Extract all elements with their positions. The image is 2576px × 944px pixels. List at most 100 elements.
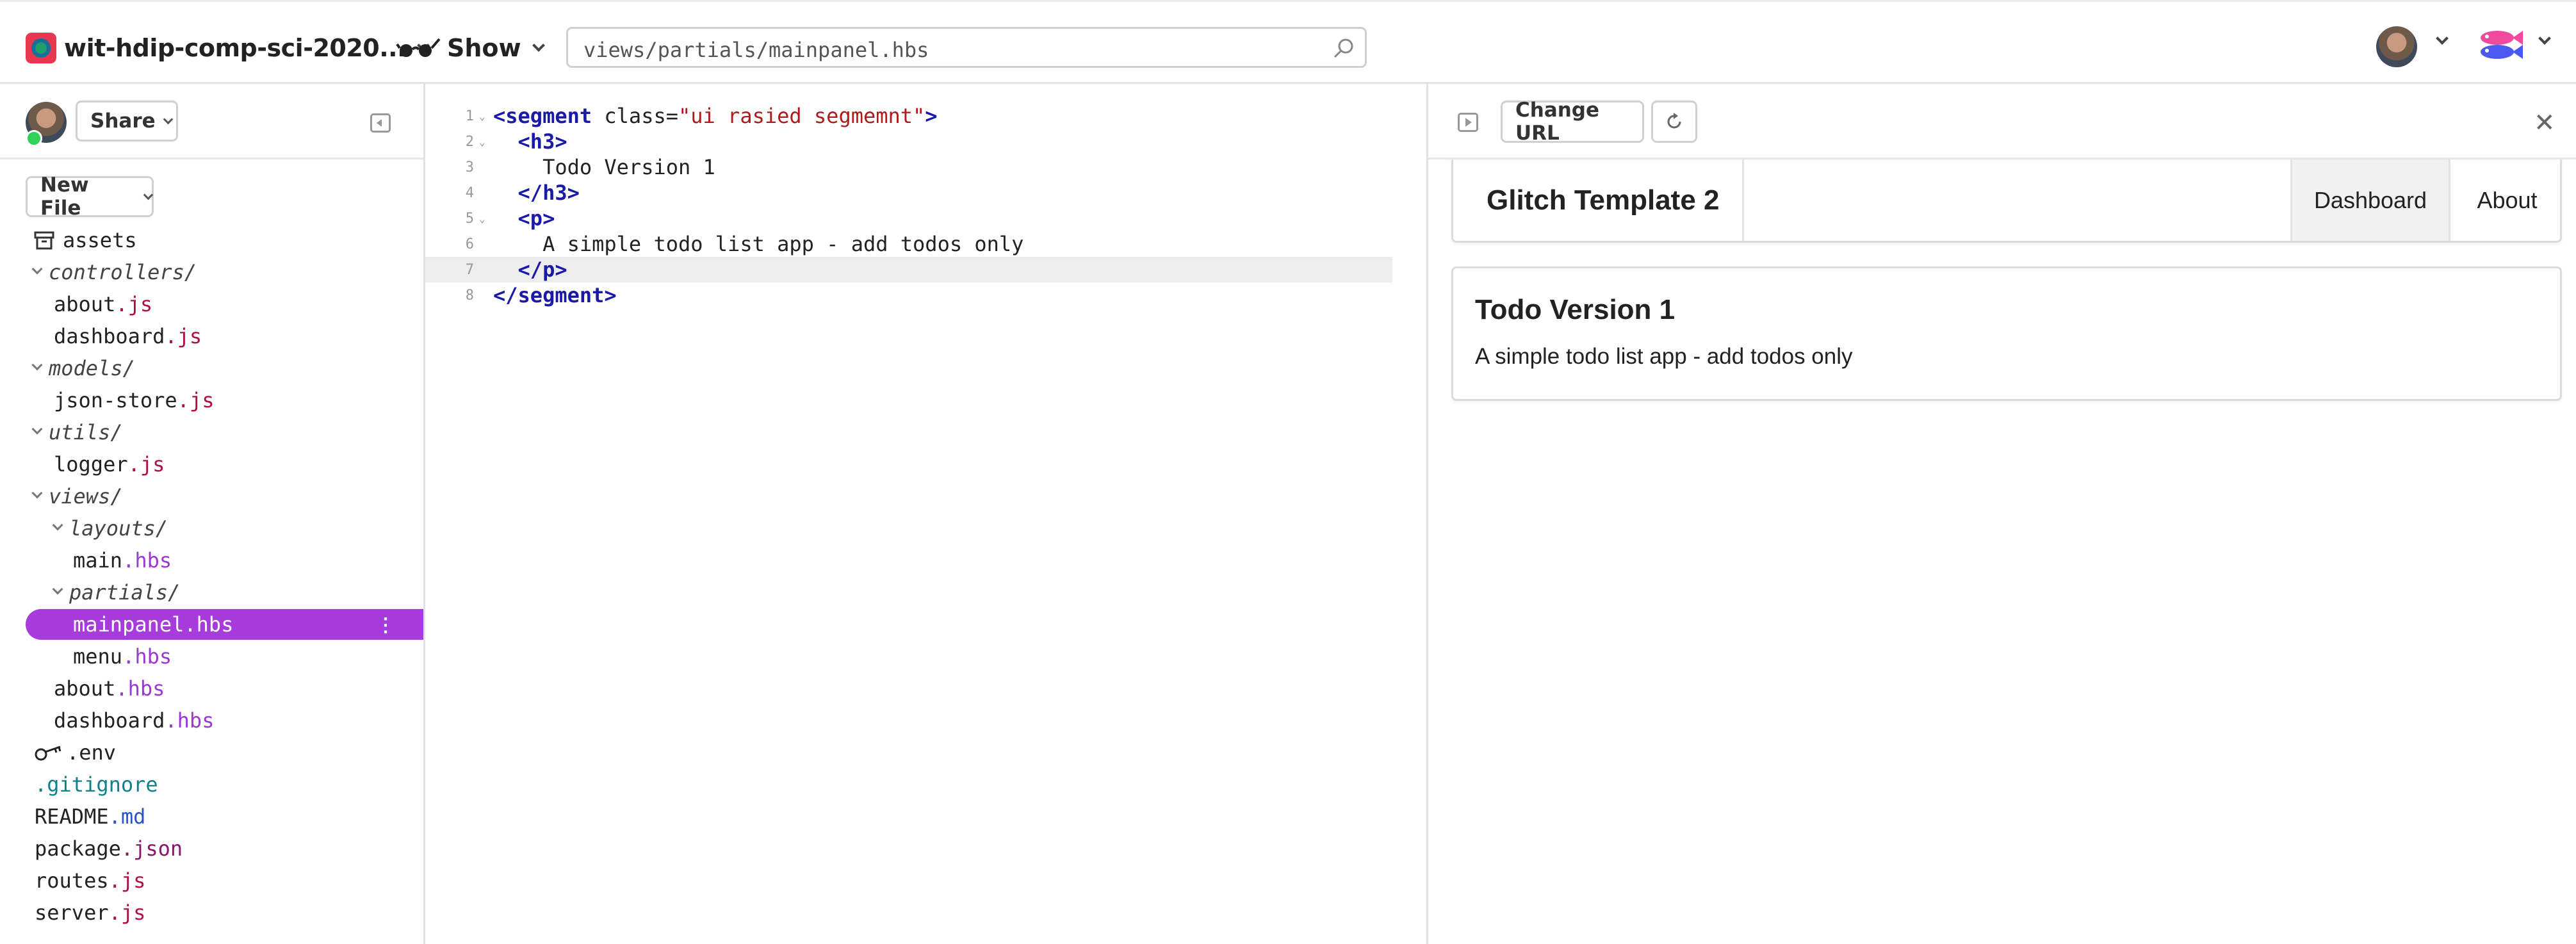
folder-controllers[interactable]: controllers/ [31, 257, 457, 288]
file-name: dashboard [54, 324, 165, 348]
file-tree-item[interactable]: logger .js [54, 449, 477, 480]
nav-item-about[interactable]: About [2450, 159, 2564, 241]
html-tag: </p> [518, 257, 567, 282]
code-text: <h3> [493, 129, 567, 154]
code-text: </h3> [493, 181, 580, 205]
file-name: about [54, 292, 116, 316]
collapse-sidebar-icon[interactable] [370, 113, 391, 133]
file-name: README [35, 804, 109, 829]
code-text: Todo Version 1 [493, 155, 715, 179]
file-ext: .hbs [115, 676, 165, 701]
line-number: 1 [465, 108, 474, 124]
file-ext: .md [108, 804, 146, 829]
file-tree-item[interactable]: about .hbs [54, 673, 477, 704]
main-panel-segment: Todo Version 1 A simple todo list app - … [1451, 266, 2562, 401]
share-button[interactable]: Share [76, 101, 178, 142]
file-ext: .js [115, 292, 153, 316]
folder-utils[interactable]: utils/ [31, 417, 457, 448]
fold-chevron-icon[interactable]: ⌄ [477, 110, 491, 122]
show-label: Show [447, 34, 521, 62]
code-content: A simple todo list app - add todos only [542, 232, 1024, 256]
team-fish-icon[interactable] [2475, 28, 2524, 63]
more-options-icon[interactable]: ⋮ [376, 614, 395, 637]
code-text: </segment> [493, 283, 617, 307]
chevron-down-icon [52, 583, 63, 595]
code-line[interactable]: 8 </segment> [425, 282, 1392, 308]
code-line[interactable]: 2 ⌄ <h3> [425, 129, 1392, 154]
new-file-button[interactable]: New File [26, 174, 154, 220]
folder-models[interactable]: models/ [31, 353, 457, 384]
refresh-button[interactable] [1651, 101, 1697, 143]
file-tree-item[interactable]: routes .js [35, 865, 458, 896]
html-tag: </h3> [518, 181, 580, 205]
change-url-button[interactable]: Change URL [1501, 99, 1644, 145]
play-icon[interactable] [1458, 113, 1478, 132]
file-name: mainpanel [73, 612, 184, 637]
file-tree-item[interactable]: .gitignore [35, 769, 458, 800]
line-number: 4 [465, 184, 474, 201]
close-icon[interactable]: ✕ [2534, 108, 2556, 138]
file-search-input[interactable]: views/partials/mainpanel.hbs [566, 27, 1367, 68]
folder-views[interactable]: views/ [31, 481, 457, 512]
folder-label: partials/ [69, 580, 181, 605]
user-avatar[interactable] [2376, 26, 2417, 67]
file-tree-item[interactable]: about .js [54, 289, 477, 320]
code-editor[interactable]: 1 ⌄ <segment class="ui rasied segmemnt"> … [425, 84, 1426, 944]
key-icon [35, 745, 61, 761]
file-name: package [35, 836, 121, 861]
file-ext: .json [120, 836, 183, 861]
file-ext: .js [165, 324, 202, 348]
file-tree-item[interactable]: json-store .js [54, 385, 477, 416]
code-line[interactable]: 3 Todo Version 1 [425, 154, 1392, 180]
file-name: main [73, 548, 123, 573]
file-ext: .hbs [122, 644, 172, 669]
online-status-dot [26, 130, 42, 147]
chevron-down-icon [52, 519, 63, 531]
file-search-value: views/partials/mainpanel.hbs [583, 38, 929, 62]
line-number: 8 [465, 287, 474, 304]
folder-layouts[interactable]: layouts/ [52, 513, 477, 544]
html-tag: > [925, 104, 938, 128]
file-tree-item-assets[interactable]: assets [33, 225, 457, 256]
search-icon[interactable] [1333, 38, 1355, 60]
preview-toolbar: Change URL ✕ [1428, 84, 2576, 159]
code-line[interactable]: 6 A simple todo list app - add todos onl… [425, 231, 1392, 257]
file-tree-item-env[interactable]: .env [33, 737, 457, 768]
chevron-down-icon [31, 423, 43, 435]
file-ext: .hbs [122, 548, 172, 573]
file-tree-item-selected[interactable]: mainpanel .hbs ⋮ [26, 609, 423, 640]
app-preview-panel: Change URL ✕ Glitch Template 2 Dashboard… [1426, 84, 2576, 944]
file-tree-item[interactable]: package .json [35, 833, 458, 864]
file-tree-item[interactable]: dashboard .hbs [54, 705, 477, 736]
sidebar-toolbar: Share [0, 84, 423, 159]
file-tree-item[interactable]: server .js [35, 897, 458, 928]
code-text: <segment class="ui rasied segmemnt"> [493, 104, 938, 128]
folder-label: layouts/ [69, 516, 168, 541]
code-line[interactable]: 4 </h3> [425, 180, 1392, 206]
nav-item-dashboard[interactable]: Dashboard [2290, 159, 2450, 241]
code-text: A simple todo list app - add todos only [493, 232, 1023, 256]
project-logo-icon [26, 33, 56, 63]
glasses-icon [396, 38, 441, 57]
code-content: Todo Version 1 [542, 155, 715, 179]
chevron-down-icon[interactable] [2538, 32, 2551, 45]
chevron-down-icon[interactable] [2436, 32, 2449, 45]
file-tree-item[interactable]: README .md [35, 801, 458, 832]
code-line-active[interactable]: 7 </p> [425, 257, 1392, 282]
html-tag: <h3> [518, 129, 567, 154]
file-tree-item[interactable]: dashboard .js [54, 321, 477, 352]
top-bar: wit-hdip-comp-sci-2020... Show views/par… [0, 0, 2576, 84]
fold-chevron-icon[interactable]: ⌄ [477, 136, 491, 148]
line-number: 7 [465, 261, 474, 278]
fold-chevron-icon[interactable]: ⌄ [477, 213, 491, 225]
file-ext: .hbs [184, 612, 234, 637]
folder-partials[interactable]: partials/ [52, 577, 477, 608]
code-line[interactable]: 5 ⌄ <p> [425, 206, 1392, 231]
code-line[interactable]: 1 ⌄ <segment class="ui rasied segmemnt"> [425, 103, 1392, 129]
folder-label: views/ [49, 484, 123, 509]
folder-label: utils/ [49, 420, 123, 444]
file-name: dashboard [54, 708, 165, 733]
file-name: server [35, 900, 109, 925]
show-menu[interactable]: Show [396, 30, 545, 66]
project-menu[interactable]: wit-hdip-comp-sci-2020... [26, 30, 430, 66]
